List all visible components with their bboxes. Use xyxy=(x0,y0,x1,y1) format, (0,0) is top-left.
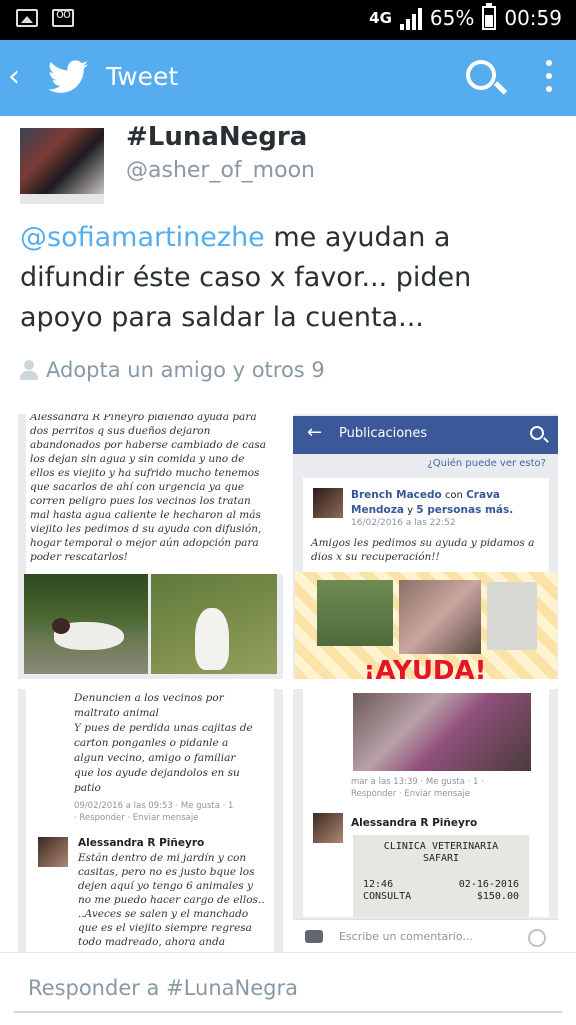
poster-name: Brench Macedo xyxy=(351,489,442,501)
post-line: mal hasta agua caliente le hecharon al m… xyxy=(30,509,261,521)
post-date: 16/02/2016 a las 22:52 xyxy=(351,518,456,528)
comment-line: todo madreado, ahora anda xyxy=(78,936,226,948)
connector-text: con xyxy=(444,490,463,501)
comment-line: maltrato animal xyxy=(74,707,159,719)
media-photo-3[interactable]: Denuncien a los vecinos por maltrato ani… xyxy=(18,689,283,954)
post-line: los dejan sin agua y sin comida y uno de xyxy=(30,453,245,465)
social-context-label: Adopta un amigo y otros 9 xyxy=(46,358,325,382)
post-line: corren peligro pues los vecinos los trat… xyxy=(30,495,251,507)
receipt-text: CONSULTA xyxy=(363,891,412,902)
social-context[interactable]: Adopta un amigo y otros 9 xyxy=(20,358,325,382)
network-type: 4G xyxy=(369,9,392,27)
voicemail-icon xyxy=(52,7,74,27)
camera-icon xyxy=(305,930,323,943)
others-count: 5 personas más. xyxy=(416,504,514,516)
comment-line: que los ayude dejandolos en su xyxy=(74,767,240,779)
handwritten-post: Alessandra R Piñeyro pidiendo ayuda para… xyxy=(26,414,283,574)
post-line: viejito les pedimos d su ayuda con difus… xyxy=(30,523,262,535)
post-line: Alessandra R Piñeyro pidiendo ayuda para xyxy=(30,414,257,423)
search-icon[interactable] xyxy=(466,60,496,90)
comment-line: carton ponganles o pidanle a xyxy=(74,737,229,749)
comment-composer: Escribe un comentario... xyxy=(293,919,558,954)
post-line: ellos es viejito y ha sufrido mucho tene… xyxy=(30,467,260,479)
receipt-text: $150.00 xyxy=(476,891,519,902)
app-title: Tweet xyxy=(106,62,179,91)
user-handle[interactable]: @asher_of_moon xyxy=(126,158,315,183)
dog-photo xyxy=(151,574,277,674)
app-bar: ‹ Tweet xyxy=(0,40,576,116)
commenter-name: Alessandra R Piñeyro xyxy=(351,817,478,829)
post-body: Amigos les pedimos su ayuda y pidamos a … xyxy=(311,537,535,563)
receipt-text: 12:46 xyxy=(363,879,394,890)
comment-body: Denuncien a los vecinos por maltrato ani… xyxy=(74,691,270,796)
post-line: que sacarlos de ahí con urgencia ya que xyxy=(30,481,245,493)
commenter-avatar xyxy=(313,813,343,843)
commenter-avatar xyxy=(38,837,68,867)
comment-line: patio xyxy=(74,782,101,794)
poster-avatar xyxy=(313,488,343,518)
avatar[interactable] xyxy=(20,128,104,204)
comment-line: que es el viejito siempre regresa xyxy=(78,922,252,934)
help-banner: ¡AYUDA! xyxy=(295,572,557,679)
clock: 00:59 xyxy=(504,6,562,30)
comment-line: Están dentro de mi jardín y con xyxy=(78,852,247,864)
display-name[interactable]: #LunaNegra xyxy=(126,122,307,152)
receipt-photo: CLINICA VETERINARIA SAFARI 12:46 02-16-2… xyxy=(353,835,529,917)
comment-line: no me puedo hacer cargo de ellos.. xyxy=(78,894,265,906)
post-line: poder rescatarlos! xyxy=(30,551,128,563)
emoji-icon xyxy=(528,929,546,947)
connector-text: y xyxy=(407,505,414,516)
media-photo-4[interactable]: mar a las 13:39 · Me gusta · 1 · Respond… xyxy=(293,689,558,954)
search-icon xyxy=(530,426,544,440)
comment-thread: mar a las 13:39 · Me gusta · 1 · Respond… xyxy=(303,689,549,917)
comment-line: Y pues de perdida unas cajitas de xyxy=(74,722,253,734)
mention-link[interactable]: @sofiamartinezhe xyxy=(20,222,265,253)
person-icon xyxy=(20,360,38,380)
image-notification-icon xyxy=(16,9,38,27)
media-photo-1[interactable]: Alessandra R Piñeyro pidiendo ayuda para… xyxy=(18,414,283,679)
comment-line: Denuncien a los vecinos por xyxy=(74,692,224,704)
receipt-text: SAFARI xyxy=(422,853,460,864)
twitter-bird-icon xyxy=(48,60,88,93)
dog-photo xyxy=(399,580,481,654)
banner-text: ¡AYUDA! xyxy=(363,656,487,679)
more-vert-icon[interactable] xyxy=(546,60,552,92)
battery-percent: 65% xyxy=(429,6,475,30)
chevron-left-icon[interactable]: ‹ xyxy=(8,62,20,92)
reply-body: Están dentro de mi jardín y con casitas,… xyxy=(78,851,274,949)
battery-icon xyxy=(482,3,497,30)
dog-photo xyxy=(24,574,148,674)
privacy-link: ¿Quién puede ver esto? xyxy=(427,458,546,469)
comment-line: ..Aveces se salen y el manchado xyxy=(78,908,249,920)
tweet-text: @sofiamartinezhe me ayudan a difundir és… xyxy=(20,218,560,338)
commenter-name: Alessandra R Piñeyro xyxy=(78,837,205,849)
comment-actions: · Responder · Enviar mensaje xyxy=(74,813,199,823)
receipt-text: 02-16-2016 xyxy=(458,879,519,890)
media-grid: Alessandra R Piñeyro pidiendo ayuda para… xyxy=(18,414,558,954)
post-line: hogar temporal o mejor aún adopción para xyxy=(30,537,259,549)
reply-input[interactable]: Responder a #LunaNegra xyxy=(14,963,562,1013)
post-line: abandonados por haberse cambiado de casa xyxy=(30,439,267,451)
receipt-photo xyxy=(487,582,537,650)
reply-bar: Responder a #LunaNegra xyxy=(0,952,576,1025)
media-photo-2[interactable]: ← Publicaciones ¿Quién puede ver esto? B… xyxy=(293,414,558,679)
status-bar: 4G 65% 00:59 xyxy=(0,0,576,40)
comment-meta: mar a las 13:39 · Me gusta · 1 · xyxy=(351,777,484,787)
arrow-left-icon: ← xyxy=(307,422,323,443)
poster-line: Brench Macedo con Crava Mendoza y 5 pers… xyxy=(351,488,531,518)
comment-line: algun vecino, amigo o familiar xyxy=(74,752,236,764)
facebook-header: ← Publicaciones xyxy=(293,416,558,454)
post-line: dos perritos q sus dueños dejaron xyxy=(30,425,211,437)
dog-photo xyxy=(317,580,393,646)
facebook-header-title: Publicaciones xyxy=(339,426,428,441)
injured-dog-photo xyxy=(353,693,531,771)
comment-line: dejen aquí yo tengo 6 animales y xyxy=(78,880,253,892)
comment-actions: Responder · Enviar mensaje xyxy=(351,789,471,799)
composer-placeholder: Escribe un comentario... xyxy=(339,930,473,943)
signal-icon xyxy=(399,6,422,30)
comment-meta: 09/02/2016 a las 09:53 · Me gusta · 1 xyxy=(74,801,234,811)
comment-thread: Denuncien a los vecinos por maltrato ani… xyxy=(26,689,274,954)
comment-line: casitas, pero no es justo bque los xyxy=(78,866,255,878)
receipt-text: CLINICA VETERINARIA xyxy=(383,841,499,852)
